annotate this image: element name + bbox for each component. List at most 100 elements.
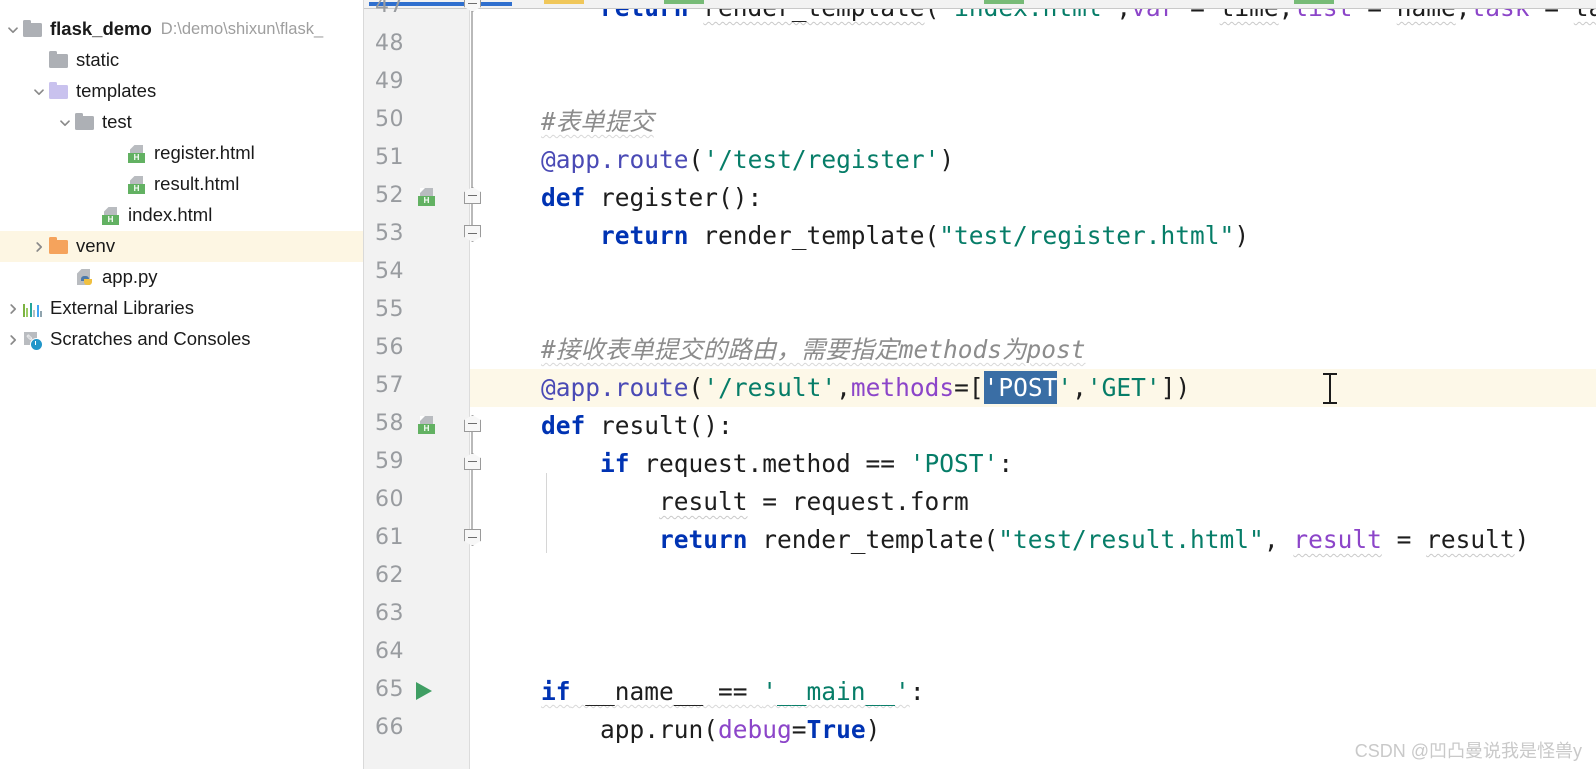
tree-row[interactable]: External Libraries [0, 293, 363, 324]
fold-toggle[interactable] [464, 529, 481, 546]
text-caret-serif [1323, 373, 1337, 375]
line-number: 47 [375, 0, 404, 18]
code-line[interactable] [470, 559, 1596, 597]
gutter-line-55[interactable]: 55 [364, 293, 469, 331]
gutter-line-63[interactable]: 63 [364, 597, 469, 635]
tree-row[interactable]: Hregister.html [0, 138, 363, 169]
code-line[interactable] [470, 255, 1596, 293]
gutter-line-49[interactable]: 49 [364, 65, 469, 103]
gutter-line-59[interactable]: 59 [364, 445, 469, 483]
code-line[interactable]: return render_template("test/result.html… [470, 521, 1596, 559]
python-file-icon [74, 268, 96, 288]
top-clipped-ui-fragment [544, 0, 584, 4]
line-number: 58 [375, 411, 404, 436]
gutter-line-61[interactable]: 61 [364, 521, 469, 559]
libraries-icon [22, 299, 44, 319]
tree-row[interactable]: Hindex.html [0, 200, 363, 231]
tree-row[interactable]: templates [0, 76, 363, 107]
gutter-html-file-icon[interactable]: H [416, 415, 438, 437]
twisty-collapsed[interactable] [4, 331, 22, 349]
folder-glyph [75, 112, 94, 130]
twisty-none [56, 269, 74, 287]
gutter-line-62[interactable]: 62 [364, 559, 469, 597]
twisty-collapsed[interactable] [4, 300, 22, 318]
folder-glyph [49, 236, 68, 254]
fold-toggle[interactable] [464, 0, 481, 12]
gutter-line-64[interactable]: 64 [364, 635, 469, 673]
code-line-text: return render_template("test/result.html… [659, 525, 1530, 554]
gutter-line-57[interactable]: 57 [364, 369, 469, 407]
folder-glyph [49, 50, 68, 68]
run-arrow-icon[interactable] [416, 682, 432, 700]
tree-row[interactable]: app.py [0, 262, 363, 293]
tree-item-label: Scratches and Consoles [50, 328, 251, 350]
tree-item-label: index.html [128, 204, 213, 226]
code-line-text: def register(): [541, 183, 763, 212]
gutter-line-52[interactable]: 52 H [364, 179, 469, 217]
code-line[interactable]: return render_template("index.html",var … [470, 9, 1596, 27]
gutter-line-47[interactable]: 47 [364, 0, 469, 27]
line-number: 62 [375, 563, 404, 588]
code-line[interactable]: if __name__ == '__main__': [470, 673, 1596, 711]
text-caret-serif [1323, 402, 1337, 404]
fold-marker-column[interactable] [460, 0, 484, 769]
line-number: 55 [375, 297, 404, 322]
gutter-line-51[interactable]: 51 [364, 141, 469, 179]
code-line[interactable] [470, 65, 1596, 103]
folder-icon [48, 236, 70, 257]
twisty-none [108, 176, 126, 194]
twisty-expanded[interactable] [30, 83, 48, 101]
line-number: 54 [375, 259, 404, 284]
scratches-icon: ✎ [22, 330, 44, 351]
gutter-line-58[interactable]: 58 H [364, 407, 469, 445]
line-number: 63 [375, 601, 404, 626]
tree-item-label: result.html [154, 173, 240, 195]
gutter-line-48[interactable]: 48 [364, 27, 469, 65]
tree-row[interactable]: venv [0, 231, 363, 262]
top-clipped-ui-fragment [1294, 0, 1334, 4]
code-line-text: return render_template("index.html",var … [470, 9, 1596, 27]
python-file-glyph [76, 268, 94, 287]
tree-row[interactable]: ✎ Scratches and Consoles [0, 324, 363, 355]
code-line[interactable] [470, 597, 1596, 635]
code-editor[interactable]: 47 48 49 50 51 52 H 53 54 55 56 57 58 H 59 60 61 62 63 64 65… [364, 0, 1596, 769]
gutter-html-file-icon[interactable]: H [416, 187, 438, 209]
tree-row-root[interactable]: flask_demo D:\demo\shixun\flask_ [0, 14, 363, 45]
twisty-expanded[interactable] [56, 114, 74, 132]
code-content[interactable]: return render_template("index.html",var … [470, 9, 1596, 769]
code-line[interactable]: result = request.form [470, 483, 1596, 521]
code-line[interactable]: #接收表单提交的路由，需要指定methods为post [470, 331, 1596, 369]
fold-toggle[interactable] [464, 225, 481, 242]
gutter-line-50[interactable]: 50 [364, 103, 469, 141]
fold-toggle[interactable] [464, 415, 481, 432]
gutter-line-66[interactable]: 66 [364, 711, 469, 749]
code-line[interactable]: #表单提交 [470, 103, 1596, 141]
code-line[interactable] [470, 293, 1596, 331]
code-line[interactable] [470, 635, 1596, 673]
twisty-collapsed[interactable] [30, 238, 48, 256]
tree-row[interactable]: static [0, 45, 363, 76]
tree-row[interactable]: Hresult.html [0, 169, 363, 200]
line-number: 51 [375, 145, 404, 170]
code-line[interactable]: if request.method == 'POST': [470, 445, 1596, 483]
gutter-line-60[interactable]: 60 [364, 483, 469, 521]
twisty-none [108, 145, 126, 163]
gutter-line-54[interactable]: 54 [364, 255, 469, 293]
code-line[interactable]: def register(): [470, 179, 1596, 217]
code-line[interactable] [470, 27, 1596, 65]
editor-gutter[interactable]: 47 48 49 50 51 52 H 53 54 55 56 57 58 H 59 60 61 62 63 64 65… [364, 0, 470, 769]
code-line-text: result = request.form [659, 487, 969, 516]
tree-row[interactable]: test [0, 107, 363, 138]
code-line[interactable]: return render_template("test/register.ht… [470, 217, 1596, 255]
code-line[interactable]: def result(): [470, 407, 1596, 445]
code-line-text: return render_template("test/register.ht… [600, 221, 1250, 250]
fold-toggle[interactable] [464, 453, 481, 470]
code-line[interactable]: @app.route('/result',methods=['POST','GE… [470, 369, 1596, 407]
gutter-line-53[interactable]: 53 [364, 217, 469, 255]
watermark-text: CSDN @凹凸曼说我是怪兽y [1354, 741, 1582, 761]
folder-icon [22, 19, 44, 40]
fold-toggle[interactable] [464, 187, 481, 204]
code-line[interactable]: @app.route('/test/register') [470, 141, 1596, 179]
gutter-line-65[interactable]: 65 [364, 673, 469, 711]
gutter-line-56[interactable]: 56 [364, 331, 469, 369]
